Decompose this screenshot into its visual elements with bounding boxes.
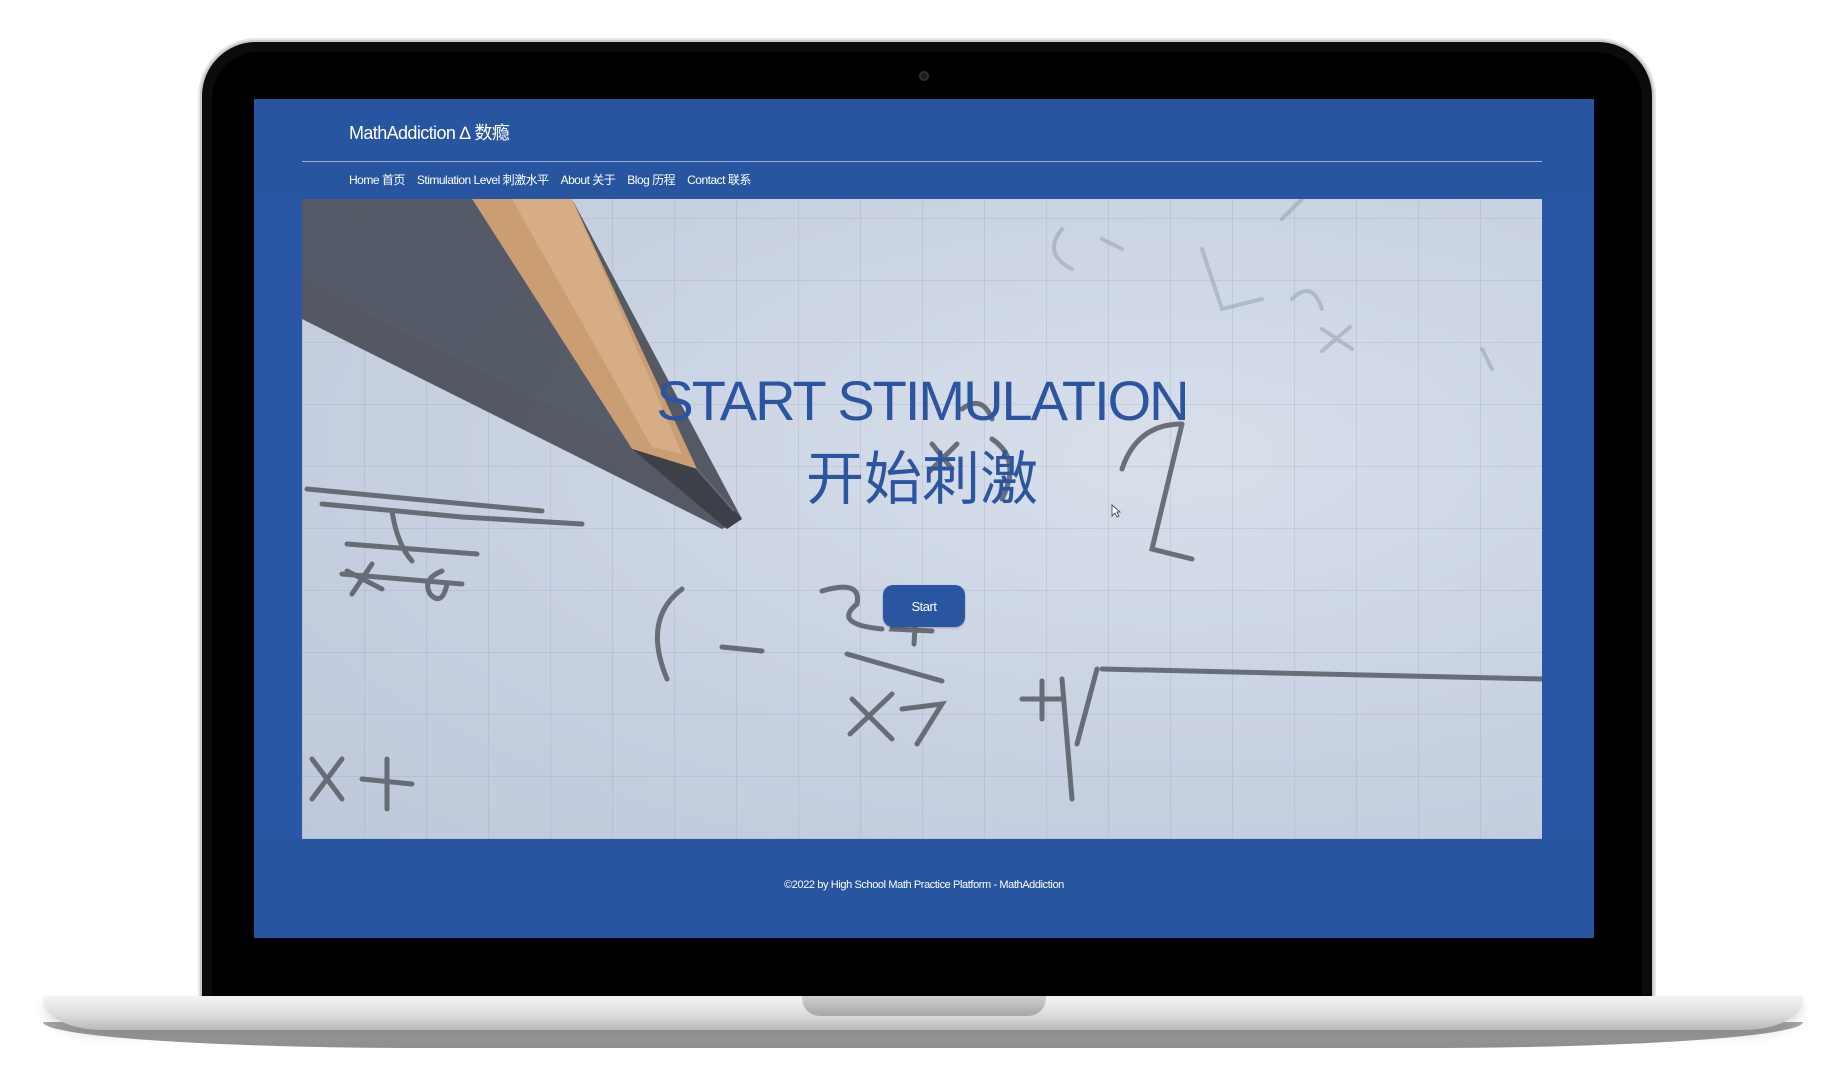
device-mockup: MathAddiction ∆ 数瘾 Home 首页 Stimulation L… (0, 0, 1846, 1092)
mouse-cursor-icon (1111, 504, 1121, 518)
nav-item-about[interactable]: About 关于 (561, 171, 616, 188)
nav-item-blog[interactable]: Blog 历程 (627, 171, 675, 188)
browser-viewport: MathAddiction ∆ 数瘾 Home 首页 Stimulation L… (254, 99, 1594, 938)
nav-item-contact[interactable]: Contact 联系 (687, 171, 751, 188)
hero-background-image (302, 199, 1542, 839)
header-divider (302, 161, 1542, 162)
footer-copyright: ©2022 by High School Math Practice Platf… (784, 879, 1064, 891)
hero-subtitle: 开始刺激 (805, 447, 1038, 512)
nav-item-stimulation-level[interactable]: Stimulation Level 刺激水平 (417, 171, 549, 188)
nav-item-home[interactable]: Home 首页 (349, 171, 405, 188)
site-logo[interactable]: MathAddiction ∆ 数瘾 (349, 119, 510, 145)
main-nav: Home 首页 Stimulation Level 刺激水平 About 关于 … (349, 171, 751, 188)
camera-icon (919, 71, 929, 81)
laptop-base-notch (802, 996, 1046, 1016)
site-footer: ©2022 by High School Math Practice Platf… (254, 839, 1594, 938)
site-header: MathAddiction ∆ 数瘾 Home 首页 Stimulation L… (254, 99, 1594, 199)
start-button[interactable]: Start (883, 585, 965, 627)
hero-title: START STIMULATION (656, 369, 1189, 432)
hero-section: START STIMULATION 开始刺激 Start (302, 199, 1542, 839)
